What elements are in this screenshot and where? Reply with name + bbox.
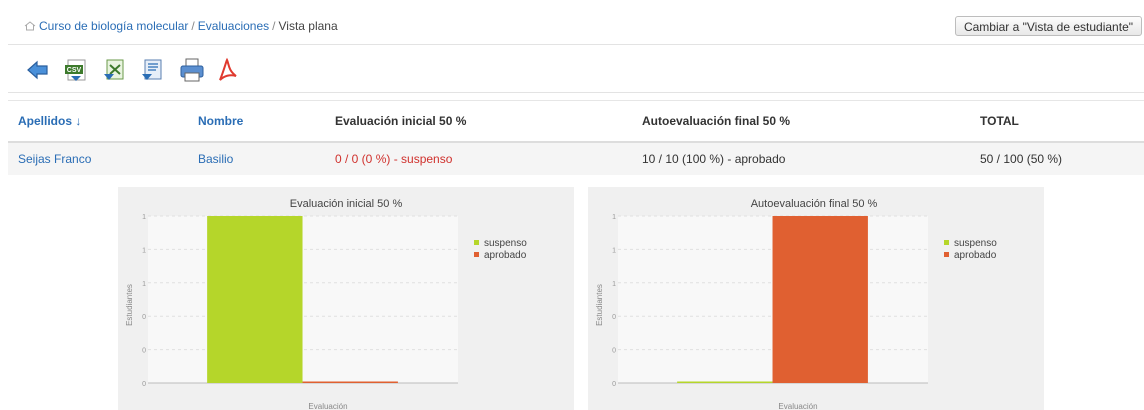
y-tick-label: 1 xyxy=(612,281,616,288)
breadcrumb-bar: Curso de biología molecular / Evaluaciones… xyxy=(8,8,1144,45)
chart-x-axis-label: Evaluación xyxy=(778,402,817,410)
chart-y-axis-label: Estudiantes xyxy=(125,284,134,326)
doc-export-icon[interactable] xyxy=(138,56,166,84)
column-header-surname[interactable]: Apellidos ↓ xyxy=(8,100,197,143)
legend-item-aprobado[interactable]: aprobado xyxy=(474,250,527,262)
breadcrumb-separator: / xyxy=(191,19,195,33)
cell-surname[interactable]: Seijas Franco xyxy=(8,142,197,175)
y-tick-label: 0 xyxy=(142,381,146,388)
y-tick-label: 1 xyxy=(612,247,616,254)
xls-export-icon[interactable] xyxy=(100,56,128,84)
y-tick-label: 1 xyxy=(142,214,146,221)
y-tick-label: 0 xyxy=(612,348,616,355)
legend-item-aprobado[interactable]: aprobado xyxy=(944,250,997,262)
chart-initial: Evaluación inicial 50 % Estudiantes Eval… xyxy=(118,187,574,410)
pdf-icon[interactable] xyxy=(214,56,242,84)
table-row: Seijas Franco Basilio 0 / 0 (0 %) - susp… xyxy=(8,142,1144,175)
y-tick-label: 0 xyxy=(142,348,146,355)
legend-swatch xyxy=(944,252,949,257)
chart-y-axis-label: Estudiantes xyxy=(595,284,604,326)
legend-label: aprobado xyxy=(954,250,997,261)
y-tick-label: 0 xyxy=(612,314,616,321)
grades-table: Apellidos ↓ Nombre Evaluación inicial 50… xyxy=(8,100,1144,175)
chart-legend: suspenso aprobado xyxy=(474,238,527,262)
y-tick-label: 0 xyxy=(142,314,146,321)
y-tick-label: 0 xyxy=(612,381,616,388)
csv-export-icon[interactable]: CSV xyxy=(62,56,90,84)
column-header-name[interactable]: Nombre xyxy=(197,100,334,143)
breadcrumb-course-link[interactable]: Curso de biología molecular xyxy=(39,19,188,33)
chart-final-svg: Autoevaluación final 50 % Estudiantes Ev… xyxy=(595,198,928,410)
y-tick-label: 1 xyxy=(612,214,616,221)
toolbar: CSV xyxy=(8,50,1144,93)
bar-aprobado[interactable] xyxy=(302,381,398,384)
legend-label: suspenso xyxy=(954,238,997,249)
chart-final: Autoevaluación final 50 % Estudiantes Ev… xyxy=(588,187,1044,410)
chart-initial-svg: Evaluación inicial 50 % Estudiantes Eval… xyxy=(125,198,458,410)
y-tick-label: 1 xyxy=(142,247,146,254)
chart-legend: suspenso aprobado xyxy=(944,238,997,262)
legend-label: suspenso xyxy=(484,238,527,249)
breadcrumb-separator: / xyxy=(272,19,276,33)
cell-total: 50 / 100 (50 %) xyxy=(979,142,1144,175)
breadcrumb-current: Vista plana xyxy=(278,19,338,33)
column-header-initial: Evaluación inicial 50 % xyxy=(334,100,641,143)
column-header-total: TOTAL xyxy=(979,100,1144,143)
bar-suspenso[interactable] xyxy=(207,216,303,383)
legend-item-suspenso[interactable]: suspenso xyxy=(474,238,527,250)
legend-item-suspenso[interactable]: suspenso xyxy=(944,238,997,250)
bar-suspenso[interactable] xyxy=(677,381,773,384)
chart-title: Evaluación inicial 50 % xyxy=(290,198,403,210)
legend-swatch xyxy=(474,240,479,245)
cell-name[interactable]: Basilio xyxy=(197,142,334,175)
switch-student-view-button[interactable]: Cambiar a "Vista de estudiante" xyxy=(954,16,1142,36)
cell-final: 10 / 10 (100 %) - aprobado xyxy=(641,142,979,175)
breadcrumb-evaluations-link[interactable]: Evaluaciones xyxy=(198,19,269,33)
legend-swatch xyxy=(474,252,479,257)
cell-initial: 0 / 0 (0 %) - suspenso xyxy=(334,142,641,175)
legend-label: aprobado xyxy=(484,250,527,261)
chart-title: Autoevaluación final 50 % xyxy=(751,198,878,210)
bar-aprobado[interactable] xyxy=(772,216,868,383)
home-icon[interactable] xyxy=(24,21,36,31)
csv-icon-label: CSV xyxy=(67,67,82,74)
column-header-final: Autoevaluación final 50 % xyxy=(641,100,979,143)
legend-swatch xyxy=(944,240,949,245)
table-header-row: Apellidos ↓ Nombre Evaluación inicial 50… xyxy=(8,100,1144,143)
chart-x-axis-label: Evaluación xyxy=(308,402,347,410)
print-icon[interactable] xyxy=(178,56,206,84)
y-tick-label: 1 xyxy=(142,281,146,288)
back-arrow-icon[interactable] xyxy=(24,56,52,84)
plot-area xyxy=(148,216,458,383)
breadcrumb: Curso de biología molecular / Evaluaciones… xyxy=(24,19,338,33)
